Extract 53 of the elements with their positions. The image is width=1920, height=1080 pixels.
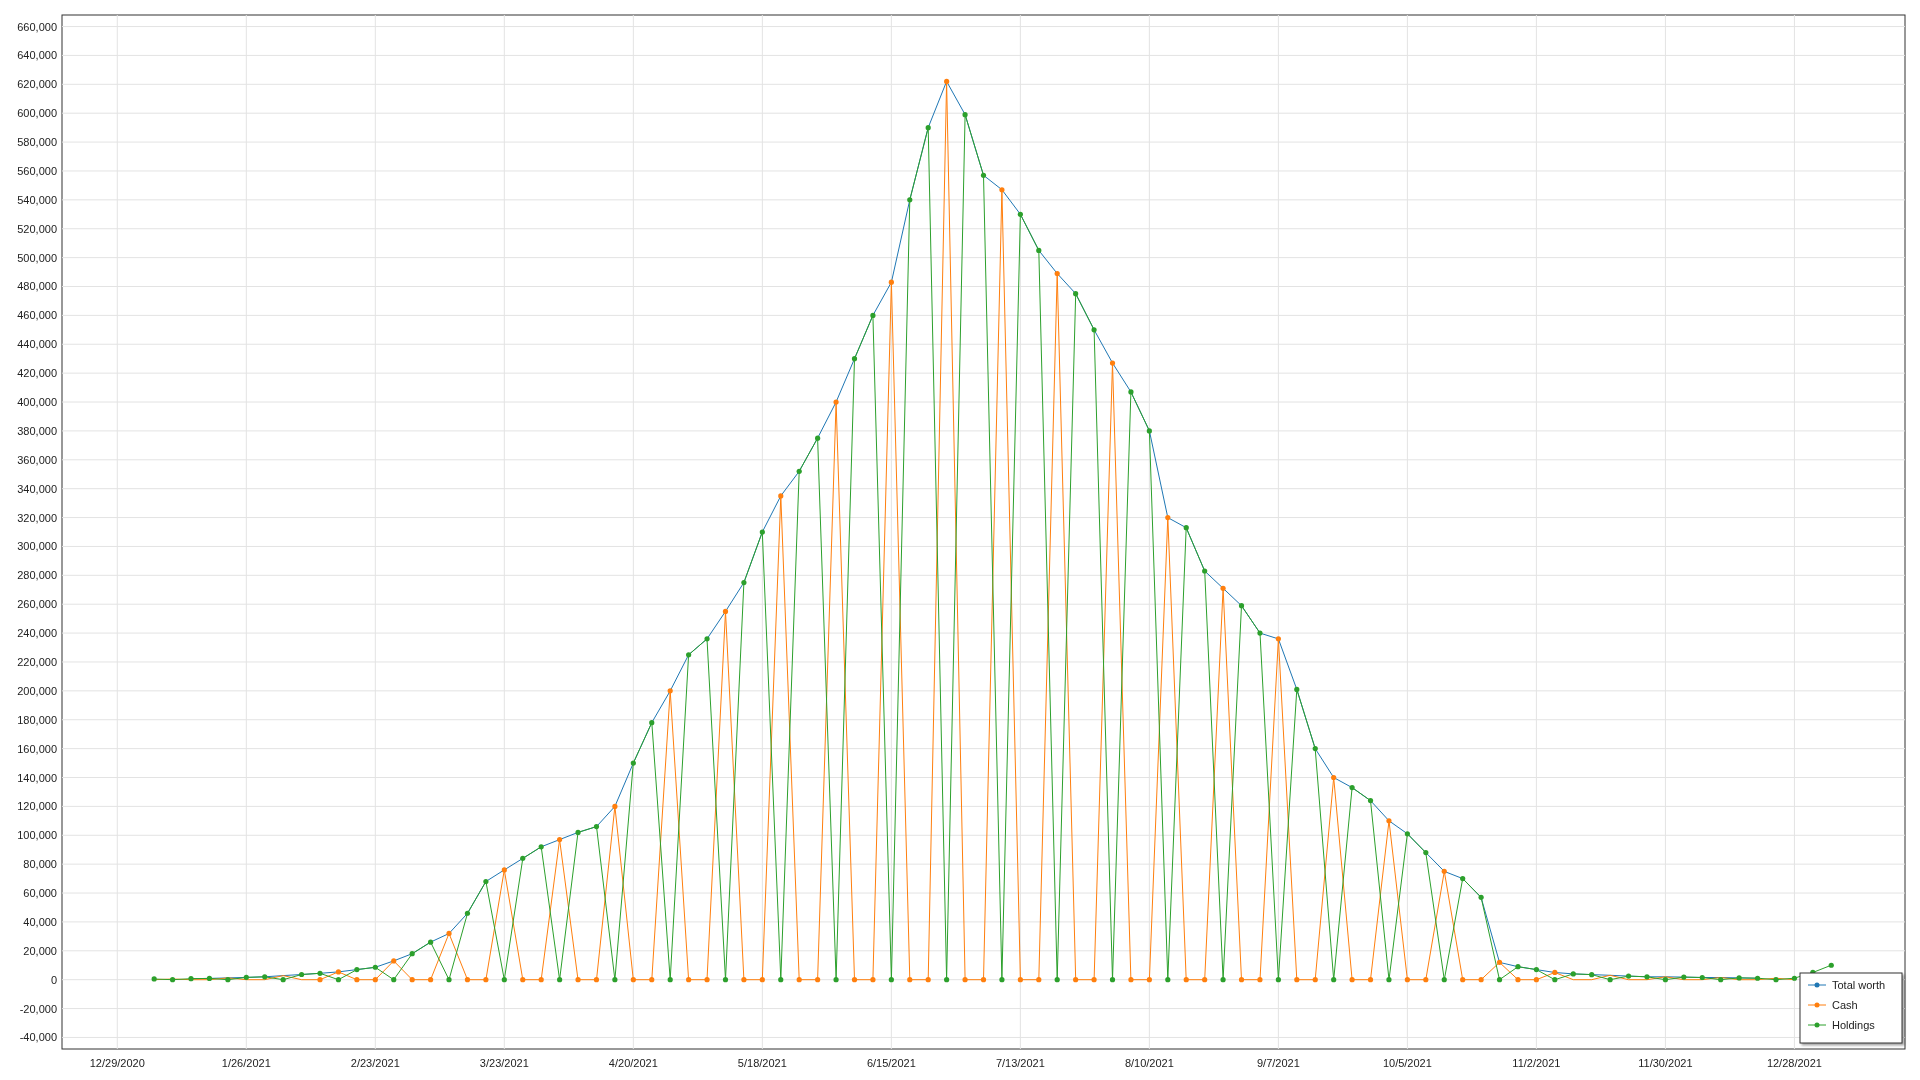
x-axis-label: 2/23/2021: [350, 1057, 400, 1069]
y-axis-label: 320,000: [17, 511, 57, 524]
x-axis-label: 6/15/2021: [866, 1057, 916, 1069]
x-axis-label: 11/2/2021: [1512, 1057, 1561, 1069]
x-axis-label: 11/30/2021: [1638, 1057, 1693, 1069]
y-axis-label: 420,000: [17, 367, 57, 380]
y-axis-label: -20,000: [19, 1002, 57, 1015]
y-axis-label: 360,000: [17, 453, 57, 466]
y-axis-label: 440,000: [17, 338, 57, 351]
y-axis-label: 200,000: [17, 684, 57, 697]
y-axis-label: 400,000: [17, 396, 57, 409]
x-axis-label: 5/18/2021: [737, 1057, 787, 1069]
x-axis-label: 12/29/2020: [89, 1057, 145, 1069]
y-axis-label: 380,000: [17, 424, 57, 437]
legend-label: Cash: [1832, 999, 1858, 1011]
y-axis-label: 540,000: [17, 193, 57, 206]
x-axis-label: 1/26/2021: [221, 1057, 271, 1069]
y-axis-label: 520,000: [17, 222, 57, 235]
y-axis-label: 600,000: [17, 107, 57, 120]
y-axis-label: 120,000: [17, 800, 57, 813]
x-axis-label: 9/7/2021: [1256, 1057, 1300, 1069]
x-axis-label: 8/10/2021: [1124, 1057, 1174, 1069]
y-axis-label: 260,000: [17, 598, 57, 611]
x-axis-label: 10/5/2021: [1382, 1057, 1432, 1069]
x-axis-label: 3/23/2021: [479, 1057, 529, 1069]
y-axis-label: -40,000: [19, 1031, 57, 1044]
x-axis-label: 7/13/2021: [995, 1057, 1045, 1069]
x-axis-label: 12/28/2021: [1766, 1057, 1822, 1069]
legend-label: Total worth: [1832, 979, 1886, 991]
y-axis-label: 640,000: [17, 49, 57, 62]
y-axis-label: 580,000: [17, 136, 57, 149]
y-axis-label: 480,000: [17, 280, 57, 293]
y-axis-label: 500,000: [17, 251, 57, 264]
legend-label: Holdings: [1832, 1019, 1875, 1031]
y-axis-label: 240,000: [17, 627, 57, 640]
y-axis-label: 80,000: [23, 858, 57, 871]
y-axis-label: 620,000: [17, 78, 57, 91]
y-axis-label: 40,000: [23, 915, 57, 928]
y-axis-label: 300,000: [17, 540, 57, 553]
y-axis-label: 100,000: [17, 829, 57, 842]
y-axis-label: 660,000: [17, 20, 57, 33]
y-axis-label: 220,000: [17, 655, 57, 668]
y-axis-label: 280,000: [17, 569, 57, 582]
x-axis-label: 4/20/2021: [608, 1057, 658, 1069]
y-axis-label: 340,000: [17, 482, 57, 495]
y-axis-label: 60,000: [23, 887, 57, 900]
y-axis-label: 140,000: [17, 771, 57, 784]
y-axis-label: 0: [50, 973, 57, 986]
y-axis-label: 460,000: [17, 309, 57, 322]
y-axis-label: 160,000: [17, 742, 57, 755]
y-axis-label: 560,000: [17, 164, 57, 177]
y-axis-label: 20,000: [23, 944, 57, 957]
y-axis-label: 180,000: [17, 713, 57, 726]
